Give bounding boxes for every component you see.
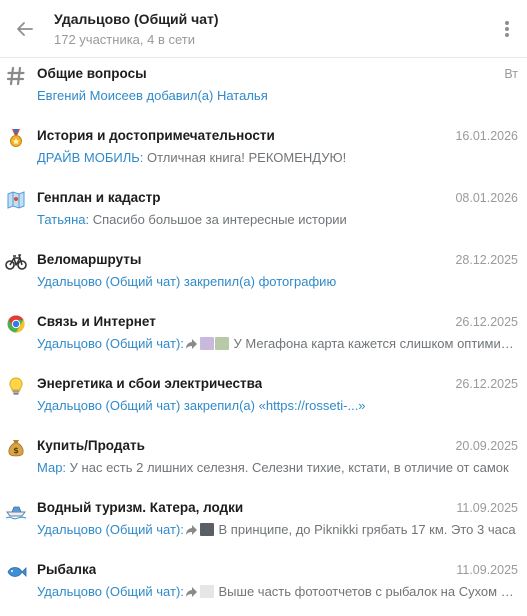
topic-date: 11.09.2025 (456, 563, 518, 577)
message-sender: Татьяна: (37, 212, 93, 227)
topic-last-message: Удальцово (Общий чат): У Мегафона карта … (37, 336, 520, 351)
topic-date: 11.09.2025 (456, 501, 518, 515)
media-thumbnail (199, 585, 214, 598)
chat-title[interactable]: Удальцово (Общий чат) (54, 11, 219, 27)
topic-last-message: Удальцово (Общий чат) закрепил(а) фотогр… (37, 274, 520, 289)
topic-last-message: Удальцово (Общий чат): В принципе, до Pi… (37, 522, 520, 537)
topic-row[interactable]: История и достопримечательности 16.01.202… (0, 120, 527, 182)
media-thumbnail (214, 337, 229, 350)
bicycle-icon (5, 251, 27, 273)
topic-date: 26.12.2025 (455, 377, 518, 391)
topic-date: 28.12.2025 (455, 253, 518, 267)
message-text: Евгений Моисеев добавил(а) Наталья (37, 88, 268, 103)
media-thumbnail (199, 523, 214, 536)
topic-row[interactable]: Связь и Интернет 26.12.2025 Удальцово (Общ… (0, 306, 527, 368)
topic-title: Энергетика и сбои электричества (37, 376, 263, 391)
moneybag-icon: $ (5, 437, 27, 459)
message-text: Спасибо большое за интересные истории (92, 212, 347, 227)
message-text: У нас есть 2 лишних селезня. Селезни тих… (69, 460, 509, 475)
topic-title: Веломаршруты (37, 252, 142, 267)
topic-last-message: Удальцово (Общий чат) закрепил(а) «https… (37, 398, 520, 413)
topic-date: 26.12.2025 (455, 315, 518, 329)
map-icon (5, 189, 27, 211)
more-menu-button[interactable] (499, 16, 515, 42)
topic-title: Генплан и кадастр (37, 190, 161, 205)
topic-row[interactable]: Веломаршруты 28.12.2025 Удальцово (Общий ч… (0, 244, 527, 306)
topic-title: Связь и Интернет (37, 314, 156, 329)
topic-row[interactable]: Общие вопросы Вт Евгений Моисеев добавил(а… (0, 58, 527, 120)
message-sender: ДРАЙВ МОБИЛЬ: (37, 150, 148, 165)
topic-last-message: Удальцово (Общий чат): Выше часть фотоот… (37, 584, 520, 599)
topic-row[interactable]: Водный туризм. Катера, лодки 11.09.2025 Уд… (0, 492, 527, 554)
arrow-left-icon (17, 22, 33, 36)
media-thumbnail (199, 337, 214, 350)
topic-date: 20.09.2025 (455, 439, 518, 453)
back-button[interactable] (10, 15, 40, 43)
chat-members-status: 172 участника, 4 в сети (54, 32, 196, 47)
topic-row[interactable]: Рыбалка 11.09.2025 Удальцово (Общий чат): … (0, 554, 527, 616)
chat-header: Удальцово (Общий чат) 172 участника, 4 в… (0, 0, 527, 58)
message-text: В принципе, до Piknikki грябать 17 км. Э… (218, 522, 516, 537)
topic-title: Общие вопросы (37, 66, 147, 81)
more-vertical-icon (505, 21, 509, 37)
topic-list: Общие вопросы Вт Евгений Моисеев добавил(а… (0, 58, 527, 616)
topic-date: 08.01.2026 (455, 191, 518, 205)
topic-last-message: Евгений Моисеев добавил(а) Наталья (37, 88, 520, 103)
hashtag-icon (5, 65, 27, 87)
topic-row[interactable]: Энергетика и сбои электричества 26.12.202… (0, 368, 527, 430)
message-text: Удальцово (Общий чат) закрепил(а) фотогр… (37, 274, 337, 289)
message-text: Отличная книга! РЕКОМЕНДУЮ! (147, 150, 347, 165)
lightbulb-icon (5, 375, 27, 397)
message-sender: Удальцово (Общий чат): (37, 522, 184, 537)
topic-last-message: ДРАЙВ МОБИЛЬ: Отличная книга! РЕКОМЕНДУЮ… (37, 150, 520, 165)
chrome-icon (5, 313, 27, 335)
message-text: Удальцово (Общий чат) закрепил(а) «https… (37, 398, 366, 413)
forward-icon (185, 339, 197, 349)
topic-title: История и достопримечательности (37, 128, 275, 143)
forward-icon (185, 525, 197, 535)
fish-icon (5, 561, 27, 583)
topic-row[interactable]: $ Купить/Продать 20.09.2025 Мар: У нас есть… (0, 430, 527, 492)
message-sender: Удальцово (Общий чат): (37, 336, 184, 351)
message-sender: Удальцово (Общий чат): (37, 584, 184, 599)
topic-title: Рыбалка (37, 562, 97, 577)
topic-last-message: Татьяна: Спасибо большое за интересные и… (37, 212, 520, 227)
topic-title: Купить/Продать (37, 438, 145, 453)
message-text: Выше часть фотоотчетов с рыбалок на Сухо… (218, 584, 520, 599)
medal-icon (5, 127, 27, 149)
message-text: У Мегафона карта кажется слишком оптимис… (233, 336, 520, 351)
forward-icon (185, 587, 197, 597)
topic-date: 16.01.2026 (455, 129, 518, 143)
message-sender: Мар: (37, 460, 70, 475)
topic-date: Вт (504, 67, 518, 81)
topic-last-message: Мар: У нас есть 2 лишних селезня. Селезн… (37, 460, 520, 475)
svg-text:$: $ (13, 446, 19, 455)
speedboat-icon (5, 499, 27, 521)
topic-title: Водный туризм. Катера, лодки (37, 500, 244, 515)
topic-row[interactable]: Генплан и кадастр 08.01.2026 Татьяна: Спас… (0, 182, 527, 244)
